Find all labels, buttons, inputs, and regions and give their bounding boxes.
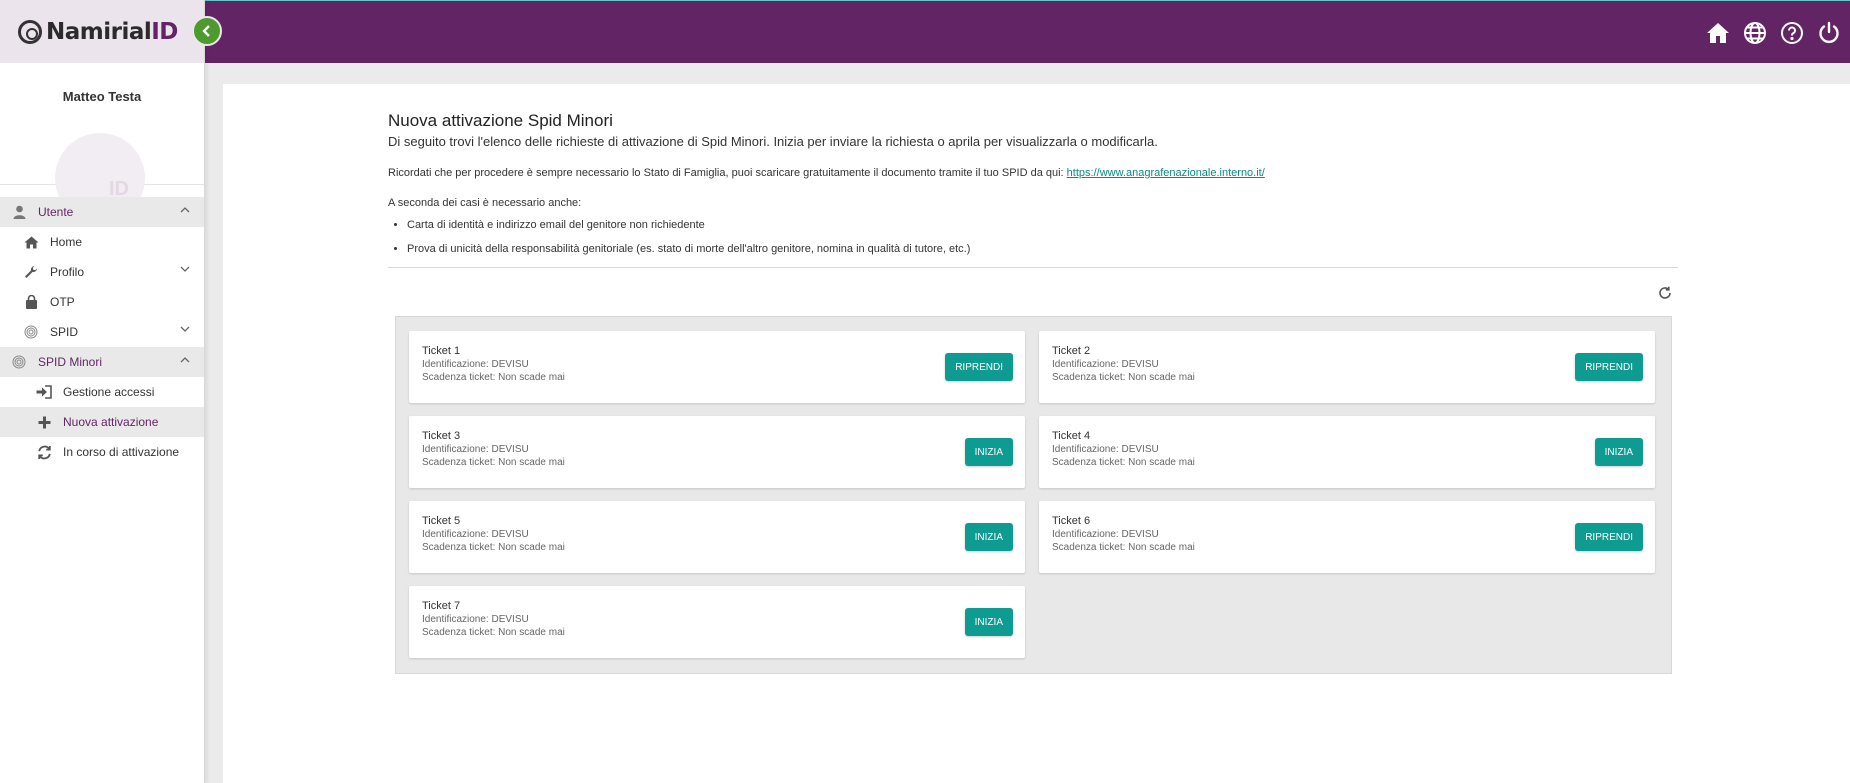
chevron-down-icon[interactable] [180,325,190,336]
ticket-card: Ticket 4 Identificazione: DEVISU Scadenza … [1039,416,1655,488]
sidebar-item-label: OTP [50,295,75,309]
logo-mark-icon [18,19,42,44]
sidebar-item-nuova-attivazione[interactable]: Nuova attivazione [0,407,204,437]
ticket-identification: Identificazione: DEVISU [1052,529,1159,540]
sidebar-item-home[interactable]: Home [0,227,204,257]
sidebar-item-in-corso-di-attivazione[interactable]: In corso di attivazione [0,437,204,467]
chevron-down-icon[interactable] [180,265,190,276]
sidebar-item-label: Profilo [50,265,85,279]
ticket-identification: Identificazione: DEVISU [422,614,529,625]
sidebar-item-profilo[interactable]: Profilo [0,257,204,287]
help-icon[interactable] [1779,20,1805,46]
ticket-expiry: Scadenza ticket: Non scade mai [422,372,565,383]
ticket-expiry: Scadenza ticket: Non scade mai [1052,542,1195,553]
logo-text: Namirial [46,18,152,45]
page-body: Nuova attivazione Spid Minori Di seguito… [388,84,1678,674]
sign-in-icon [35,384,53,400]
inizia-button[interactable]: INIZIA [964,523,1013,551]
ticket-card: Ticket 3 Identificazione: DEVISU Scadenza … [409,416,1025,488]
page-subtitle: Di seguito trovi l'elenco delle richiest… [388,134,1158,149]
ticket-name: Ticket 3 [422,430,461,442]
ticket-expiry: Scadenza ticket: Non scade mai [422,457,565,468]
logo-bar: Namirial ID [0,0,204,63]
ticket-card: Ticket 2 Identificazione: DEVISU Scadenza … [1039,331,1655,403]
riprendi-button[interactable]: RIPRENDI [945,353,1013,381]
power-icon[interactable] [1816,20,1842,46]
sidebar-item-label: Home [50,235,83,249]
sidebar-item-label: SPID Minori [38,355,103,369]
sidebar-item-gestione-accessi[interactable]: Gestione accessi [0,377,204,407]
sidebar-item-label: In corso di attivazione [63,445,180,459]
tickets-panel: Ticket 1 Identificazione: DEVISU Scadenza … [395,316,1672,674]
home-icon[interactable] [1705,20,1731,46]
ticket-identification: Identificazione: DEVISU [422,444,529,455]
ticket-identification: Identificazione: DEVISU [1052,444,1159,455]
refresh-icon[interactable] [1658,286,1672,304]
stato-famiglia-note: Ricordati che per procedere è sempre nec… [388,167,1678,179]
ticket-expiry: Scadenza ticket: Non scade mai [422,627,565,638]
inizia-button[interactable]: INIZIA [964,438,1013,466]
sidebar-item-otp[interactable]: OTP [0,287,204,317]
riprendi-button[interactable]: RIPRENDI [1575,523,1643,551]
sidebar-item-label: SPID [50,325,79,339]
ticket-name: Ticket 2 [1052,345,1091,357]
sidebar-item-label: Gestione accessi [63,385,155,399]
sidebar-item-spid[interactable]: SPID [0,317,204,347]
user-icon [10,204,28,220]
ticket-expiry: Scadenza ticket: Non scade mai [422,542,565,553]
riprendi-button[interactable]: RIPRENDI [1575,353,1643,381]
collapse-sidebar-button[interactable] [192,16,222,46]
sidebar-item-spid-minori[interactable]: SPID Minori [0,347,204,377]
ticket-expiry: Scadenza ticket: Non scade mai [1052,372,1195,383]
fingerprint-icon [10,354,28,370]
chevron-left-icon [202,25,210,37]
ticket-card: Ticket 1 Identificazione: DEVISU Scadenza … [409,331,1025,403]
main-content: Nuova attivazione Spid Minori Di seguito… [223,84,1850,783]
globe-icon[interactable] [1742,20,1768,46]
ticket-card: Ticket 5 Identificazione: DEVISU Scadenza … [409,501,1025,573]
sidebar: NamirialID Matteo Testa Utente Home Profil… [0,0,205,783]
user-name: Matteo Testa [62,89,142,104]
inizia-button[interactable]: INIZIA [1594,438,1643,466]
ticket-identification: Identificazione: DEVISU [422,529,529,540]
sidebar-menu: Utente Home Profilo OTP SPID SPID Minori Gesti… [0,197,204,467]
requirements-list: Carta di identità e indirizzo email del … [407,219,1678,255]
note-text: Ricordati che per procedere è sempre nec… [388,167,1067,179]
topbar [205,0,1850,63]
refresh-icon [35,444,53,460]
inizia-button[interactable]: INIZIA [964,608,1013,636]
sidebar-item-utente[interactable]: Utente [0,197,204,227]
fingerprint-icon [22,324,40,340]
anagrafe-link[interactable]: https://www.anagrafenazionale.interno.it… [1067,167,1265,179]
ticket-expiry: Scadenza ticket: Non scade mai [1052,457,1195,468]
ticket-identification: Identificazione: DEVISU [1052,359,1159,370]
ticket-card: Ticket 6 Identificazione: DEVISU Scadenza … [1039,501,1655,573]
plus-icon [35,414,53,430]
ticket-identification: Identificazione: DEVISU [422,359,529,370]
sidebar-item-label: Utente [38,205,74,219]
page-title: Nuova attivazione Spid Minori [388,111,613,130]
ticket-name: Ticket 1 [422,345,461,357]
requirement-item: Prova di unicità della responsabilità ge… [407,243,1678,255]
user-block: Matteo Testa [0,63,204,223]
cases-intro: A seconda dei casi è necessario anche: [388,197,582,209]
ticket-name: Ticket 5 [422,515,461,527]
otp-icon [22,294,40,310]
requirement-item: Carta di identità e indirizzo email del … [407,219,1678,231]
namirial-logo[interactable]: Namirial ID [18,19,178,45]
ticket-name: Ticket 4 [1052,430,1091,442]
logo-id-text: ID [151,18,178,45]
home-icon [22,234,40,250]
chevron-up-icon[interactable] [180,355,190,366]
divider [388,267,1678,268]
topbar-actions [1705,20,1842,46]
ticket-name: Ticket 7 [422,600,461,612]
wrench-icon [22,264,40,280]
ticket-card: Ticket 7 Identificazione: DEVISU Scadenza … [409,586,1025,658]
sidebar-item-label: Nuova attivazione [63,415,159,429]
chevron-up-icon[interactable] [180,205,190,216]
ticket-name: Ticket 6 [1052,515,1091,527]
